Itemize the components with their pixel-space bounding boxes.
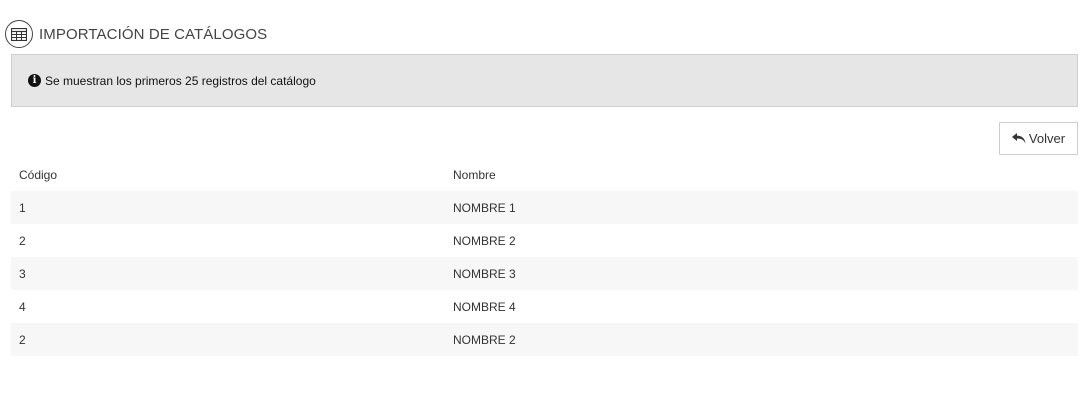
- cell-codigo: 1: [19, 200, 26, 215]
- info-alert: i Se muestran los primeros 25 registros …: [11, 54, 1078, 107]
- info-circle-icon: i: [28, 74, 41, 87]
- table-row: 2 NOMBRE 2: [11, 224, 1078, 257]
- cell-nombre: NOMBRE 4: [453, 299, 516, 314]
- column-header-nombre: Nombre: [453, 167, 496, 182]
- table-row: 4 NOMBRE 4: [11, 290, 1078, 323]
- page-title: IMPORTACIÓN DE CATÁLOGOS: [39, 25, 268, 43]
- cell-codigo: 3: [19, 266, 26, 281]
- table-header-row: Código Nombre: [11, 158, 1078, 191]
- page-header: IMPORTACIÓN DE CATÁLOGOS: [5, 18, 267, 50]
- cell-nombre: NOMBRE 1: [453, 200, 516, 215]
- info-message: Se muestran los primeros 25 registros de…: [45, 73, 316, 88]
- cell-nombre: NOMBRE 3: [453, 266, 516, 281]
- table-icon: [5, 20, 33, 48]
- cell-codigo: 2: [19, 332, 26, 347]
- cell-nombre: NOMBRE 2: [453, 233, 516, 248]
- cell-codigo: 4: [19, 299, 26, 314]
- back-button-label: Volver: [1028, 131, 1066, 146]
- table-row: 1 NOMBRE 1: [11, 191, 1078, 224]
- table-row: 2 NOMBRE 2: [11, 323, 1078, 356]
- table-row: 3 NOMBRE 3: [11, 257, 1078, 290]
- back-button[interactable]: Volver: [999, 122, 1078, 155]
- cell-nombre: NOMBRE 2: [453, 332, 516, 347]
- undo-icon: [1011, 133, 1026, 144]
- column-header-codigo: Código: [19, 167, 58, 182]
- catalog-table: Código Nombre 1 NOMBRE 1 2 NOMBRE 2 3 NO…: [11, 158, 1078, 356]
- cell-codigo: 2: [19, 233, 26, 248]
